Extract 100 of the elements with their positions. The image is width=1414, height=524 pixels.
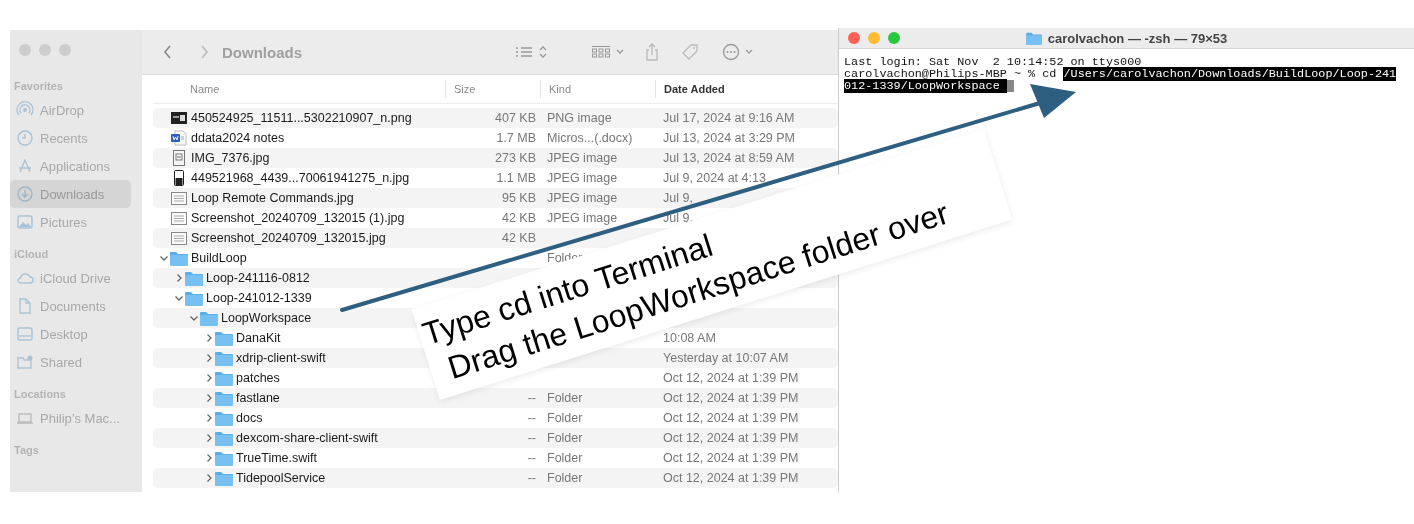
file-size: 407 KB xyxy=(495,111,536,125)
disclosure-chevron-icon[interactable] xyxy=(204,433,214,443)
folder-icon xyxy=(185,270,203,286)
file-kind: Folder xyxy=(547,471,583,485)
date-added: Oct 12, 2024 at 1:39 PM xyxy=(663,371,799,385)
file-size: 42 KB xyxy=(501,211,536,225)
file-name[interactable]: BuildLoop xyxy=(191,251,247,265)
file-size: 1.7 MB xyxy=(496,131,536,145)
file-name[interactable]: patches xyxy=(236,371,280,385)
file-name[interactable]: Screenshot_20240709_132015 (1).jpg xyxy=(191,211,405,225)
back-icon[interactable] xyxy=(162,43,174,61)
folder-icon xyxy=(1025,31,1042,45)
folder-icon xyxy=(170,250,188,266)
file-name[interactable]: fastlane xyxy=(236,391,280,405)
date-added: Oct 12, 2024 at 1:39 PM xyxy=(663,471,799,485)
disclosure-chevron-icon[interactable] xyxy=(204,413,214,423)
file-kind: Folder xyxy=(547,411,583,425)
column-header[interactable]: Date Added xyxy=(664,83,725,95)
folder-icon xyxy=(215,450,233,466)
terminal-text: Last login: Sat Nov 2 10:14:52 on ttys000 xyxy=(844,55,1142,69)
column-header[interactable]: Name xyxy=(190,83,220,95)
document-icon xyxy=(171,191,187,205)
terminal-text: carolvachon@Philips-MBP ~ % cd xyxy=(844,67,1058,81)
folder-icon xyxy=(215,470,233,486)
file-kind: Micros...(.docx) xyxy=(547,131,633,145)
file-name[interactable]: Loop Remote Commands.jpg xyxy=(191,191,354,205)
zoom-button[interactable] xyxy=(888,32,900,44)
file-name[interactable]: DanaKit xyxy=(236,331,281,345)
date-added: Oct 12, 2024 at 1:39 PM xyxy=(663,391,799,405)
image-file-icon xyxy=(171,112,187,124)
file-name[interactable]: IMG_7376.jpg xyxy=(191,151,270,165)
file-name[interactable]: ddata2024 notes xyxy=(191,131,285,145)
disclosure-chevron-icon[interactable] xyxy=(204,373,214,383)
file-name[interactable]: Loop-241012-1339 xyxy=(206,291,312,305)
forward-icon[interactable] xyxy=(198,43,210,61)
grid-view-icon[interactable] xyxy=(591,43,611,61)
file-name[interactable]: Loop-241116-0812 xyxy=(206,271,310,285)
file-kind: PNG image xyxy=(547,111,612,125)
file-size: -- xyxy=(527,391,536,405)
minimize-button[interactable] xyxy=(39,44,51,56)
file-name[interactable]: xdrip-client-swift xyxy=(236,351,326,365)
date-added: Jul 9, 2024 at 4:13 xyxy=(663,171,766,185)
date-added: Jul 9, xyxy=(663,191,693,205)
file-kind: JPEG image xyxy=(547,211,618,225)
file-size: 95 KB xyxy=(501,191,536,205)
file-kind: Folder xyxy=(547,391,583,405)
file-name[interactable]: TidepoolService xyxy=(236,471,326,485)
date-added: Jul 13, 2024 at 8:59 AM xyxy=(663,151,795,165)
document-icon xyxy=(16,297,34,315)
file-size: 42 KB xyxy=(501,231,536,245)
file-size: 1.1 MB xyxy=(496,171,536,185)
file-name[interactable]: TrueTime.swift xyxy=(236,451,318,465)
clock-icon xyxy=(16,129,34,147)
window-title: carolvachon — -zsh — 79×53 xyxy=(1047,30,1228,46)
file-kind: JPEG image xyxy=(547,171,618,185)
apps-icon xyxy=(16,157,34,175)
folder-icon xyxy=(200,310,218,326)
file-name[interactable]: dexcom-share-client-swift xyxy=(236,431,378,445)
shared-icon xyxy=(16,353,34,371)
disclosure-chevron-icon[interactable] xyxy=(189,313,199,323)
more-icon[interactable] xyxy=(722,43,740,61)
phone-screenshot-icon xyxy=(174,170,184,186)
close-button[interactable] xyxy=(19,44,31,56)
tag-icon[interactable] xyxy=(681,43,699,61)
disclosure-chevron-icon[interactable] xyxy=(204,393,214,403)
file-name[interactable]: docs xyxy=(236,411,263,425)
share-icon[interactable] xyxy=(645,43,659,61)
folder-icon xyxy=(215,350,233,366)
file-kind: JPEG image xyxy=(547,191,618,205)
folder-icon xyxy=(215,430,233,446)
close-button[interactable] xyxy=(848,32,860,44)
date-added: Oct 12, 2024 at 1:39 PM xyxy=(663,411,799,425)
folder-icon xyxy=(215,410,233,426)
minimize-button[interactable] xyxy=(868,32,880,44)
file-name[interactable]: LoopWorkspace xyxy=(221,311,312,325)
pictures-icon xyxy=(16,213,34,231)
file-kind: Folder xyxy=(547,431,583,445)
disclosure-chevron-icon[interactable] xyxy=(204,353,214,363)
file-name[interactable]: Screenshot_20240709_132015.jpg xyxy=(191,231,386,245)
disclosure-chevron-icon[interactable] xyxy=(204,453,214,463)
desktop-icon xyxy=(16,325,34,343)
window-title: Downloads xyxy=(222,43,302,61)
file-name[interactable]: 450524925_11511...5302210907_n.png xyxy=(191,111,412,125)
folder-icon xyxy=(185,290,203,306)
file-name[interactable]: 449521968_4439...70061941275_n.jpg xyxy=(191,171,410,185)
file-size: -- xyxy=(527,451,536,465)
disclosure-chevron-icon[interactable] xyxy=(204,333,214,343)
disclosure-chevron-icon[interactable] xyxy=(159,253,169,263)
folder-icon xyxy=(215,390,233,406)
disclosure-chevron-icon[interactable] xyxy=(204,473,214,483)
disclosure-chevron-icon[interactable] xyxy=(174,293,184,303)
disclosure-chevron-icon[interactable] xyxy=(174,273,184,283)
column-header[interactable]: Size xyxy=(454,83,476,95)
date-added: Yesterday at 10:07 AM xyxy=(663,351,789,365)
zoom-button[interactable] xyxy=(59,44,71,56)
column-header[interactable]: Kind xyxy=(549,83,572,95)
file-size: -- xyxy=(527,411,536,425)
date-added: Jul 13, 2024 at 3:29 PM xyxy=(663,131,796,145)
file-size: 273 KB xyxy=(495,151,536,165)
file-size: -- xyxy=(527,431,536,445)
